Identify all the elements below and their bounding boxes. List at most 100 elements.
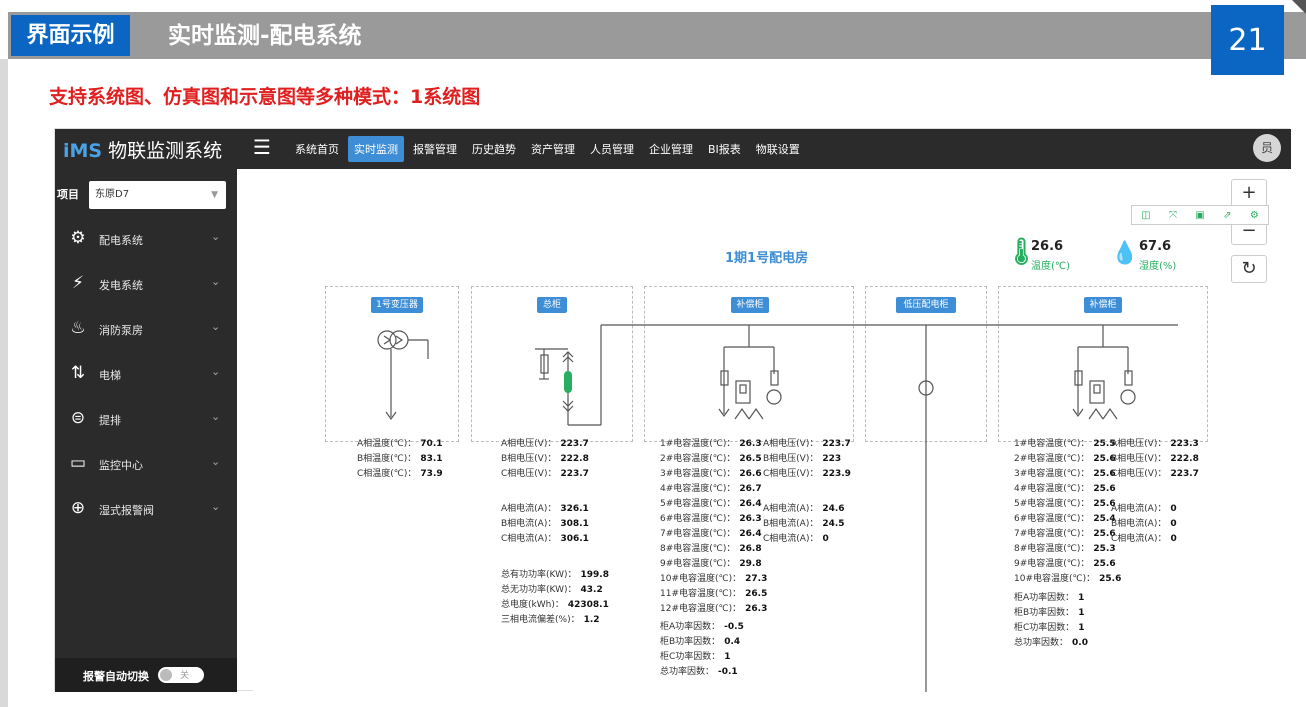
nav-item[interactable]: 人员管理: [584, 136, 640, 162]
alarm-auto-switch: 报警自动切换 关: [55, 658, 237, 692]
pump-icon: ⊜: [70, 408, 86, 428]
left-strip: [0, 59, 8, 707]
nav-item[interactable]: 实时监测: [348, 136, 404, 162]
reading-comp1-i: B相电流(A)： 24.5: [763, 519, 845, 529]
reading-comp2-temp: 7#电容温度(℃)： 25.6: [1014, 529, 1116, 539]
sidebar-item[interactable]: ⚙ 配电系统 ⌄: [55, 217, 237, 261]
top-navbar: iMS 物联监测系统 ☰ 系统首页 实时监测 报警管理 历史趋势 资产管理 人员管理 企业管理…: [55, 129, 1291, 169]
reading-comp1-temp: 10#电容温度(℃)： 27.3: [660, 574, 768, 584]
chevron-down-icon: ⌄: [211, 275, 221, 288]
reading-comp1-i: A相电流(A)： 24.6: [763, 504, 845, 514]
nav-item[interactable]: 系统首页: [289, 136, 345, 162]
single-line-diagram: [377, 324, 1178, 692]
reading-comp2-i: B相电流(A)： 0: [1111, 519, 1177, 529]
reading-transformer: A相温度(℃)： 70.1: [357, 439, 443, 449]
nav-item[interactable]: BI报表: [702, 136, 747, 162]
sidebar-item[interactable]: ♨ 消防泵房 ⌄: [55, 307, 237, 351]
sidebar-item[interactable]: ⇅ 电梯 ⌄: [55, 352, 237, 396]
project-selector: 项目 东原D7 ▼: [55, 169, 237, 217]
robot-icon: ⚙: [70, 228, 86, 248]
reading-comp1-temp: 4#电容温度(℃)： 26.7: [660, 484, 762, 494]
app-window: iMS 物联监测系统 ☰ 系统首页 实时监测 报警管理 历史趋势 资产管理 人员管理 企业管理…: [54, 128, 1291, 692]
reading-comp1-pf: 柜B功率因数： 0.4: [660, 637, 741, 647]
reading-comp2-temp: 10#电容温度(℃)： 25.6: [1014, 574, 1122, 584]
reading-main-v: A相电压(V)： 223.7: [501, 439, 589, 449]
nav-item[interactable]: 资产管理: [525, 136, 581, 162]
reading-comp1-temp: 7#电容温度(℃)： 26.4: [660, 529, 762, 539]
reading-comp2-temp: 9#电容温度(℃)： 25.6: [1014, 559, 1116, 569]
reading-comp1-temp: 5#电容温度(℃)： 26.4: [660, 499, 762, 509]
chevron-down-icon: ⌄: [211, 455, 221, 468]
reading-main-i: B相电流(A)： 308.1: [501, 519, 589, 529]
sidebar-item[interactable]: ⚡ 发电系统 ⌄: [55, 262, 237, 306]
reading-main-i: C相电流(A)： 306.1: [501, 534, 589, 544]
sidebar-item[interactable]: ⊜ 提排 ⌄: [55, 397, 237, 441]
chevron-down-icon: ⌄: [211, 365, 221, 378]
alarm-toggle[interactable]: 关: [158, 667, 204, 683]
chevron-down-icon: ⌄: [211, 410, 221, 423]
slide-title: 实时监测-配电系统: [168, 23, 362, 49]
reading-comp2-temp: 4#电容温度(℃)： 25.6: [1014, 484, 1116, 494]
reading-main-p: 总有功功率(KW)： 199.8: [501, 570, 609, 580]
reading-comp2-pf: 总功率因数： 0.0: [1014, 638, 1088, 648]
reading-main-p: 总无功功率(KW)： 43.2: [501, 585, 603, 595]
reading-comp2-temp: 6#电容温度(℃)： 25.4: [1014, 514, 1116, 524]
reading-comp2-temp: 8#电容温度(℃)： 25.3: [1014, 544, 1116, 554]
reading-transformer: C相温度(℃)： 73.9: [357, 469, 443, 479]
reading-comp1-i: C相电流(A)： 0: [763, 534, 829, 544]
avatar[interactable]: 员: [1253, 134, 1281, 162]
reading-comp2-temp: 3#电容温度(℃)： 25.6: [1014, 469, 1116, 479]
page-number: 21: [1211, 5, 1284, 75]
chevron-down-icon: ⌄: [211, 230, 221, 243]
reading-comp1-temp: 9#电容温度(℃)： 29.8: [660, 559, 762, 569]
nav-item[interactable]: 物联设置: [750, 136, 806, 162]
reading-comp1-pf: 总功率因数： -0.1: [660, 667, 738, 677]
reading-comp2-i: A相电流(A)： 0: [1111, 504, 1177, 514]
reading-comp2-i: C相电流(A)： 0: [1111, 534, 1177, 544]
diagram-area: + − ↻ ◫ ⤧ ▣ ⇗ ⚙ 1期1号配电房 🌡 26.6 温度(℃) 💧 6…: [253, 169, 1291, 692]
hydrant-icon: ♨: [70, 318, 86, 338]
monitor-icon: ▭: [69, 453, 87, 473]
menu-toggle-icon[interactable]: ☰: [253, 135, 271, 159]
reading-comp1-temp: 11#电容温度(℃)： 26.5: [660, 589, 768, 599]
reading-comp2-pf: 柜A功率因数： 1: [1014, 593, 1085, 603]
reading-main-v: C相电压(V)： 223.7: [501, 469, 589, 479]
reading-comp1-temp: 2#电容温度(℃)： 26.5: [660, 454, 762, 464]
reading-comp2-v: B相电压(V)： 222.8: [1111, 454, 1199, 464]
project-select[interactable]: 东原D7 ▼: [89, 181, 226, 209]
reading-comp1-pf: 柜C功率因数： 1: [660, 652, 731, 662]
reading-main-p: 总电度(kWh)： 42308.1: [501, 600, 609, 610]
app-logo[interactable]: iMS 物联监测系统: [63, 136, 222, 163]
nav-item[interactable]: 企业管理: [643, 136, 699, 162]
main-nav: 系统首页 实时监测 报警管理 历史趋势 资产管理 人员管理 企业管理 BI报表 物联设置: [289, 136, 806, 162]
valve-icon: ⊕: [70, 498, 86, 518]
reading-comp2-temp: 2#电容温度(℃)： 25.6: [1014, 454, 1116, 464]
reading-comp2-v: A相电压(V)： 223.3: [1111, 439, 1199, 449]
reading-comp1-temp: 1#电容温度(℃)： 26.3: [660, 439, 762, 449]
chevron-down-icon: ⌄: [211, 320, 221, 333]
reading-comp1-v: B相电压(V)： 223: [763, 454, 842, 464]
elevator-icon: ⇅: [70, 363, 86, 383]
reading-comp2-pf: 柜B功率因数： 1: [1014, 608, 1085, 618]
reading-comp1-temp: 3#电容温度(℃)： 26.6: [660, 469, 762, 479]
corner-decoration: [1292, 0, 1306, 14]
reading-main-i: A相电流(A)： 326.1: [501, 504, 589, 514]
slide-badge: 界面示例: [11, 15, 130, 56]
reading-comp1-temp: 8#电容温度(℃)： 26.8: [660, 544, 762, 554]
reading-comp1-temp: 6#电容温度(℃)： 26.3: [660, 514, 762, 524]
reading-comp2-pf: 柜C功率因数： 1: [1014, 623, 1085, 633]
reading-comp1-v: C相电压(V)： 223.9: [763, 469, 851, 479]
reading-comp1-v: A相电压(V)： 223.7: [763, 439, 851, 449]
reading-main-v: B相电压(V)： 222.8: [501, 454, 589, 464]
sidebar-item[interactable]: ⊕ 湿式报警阀 ⌄: [55, 487, 237, 531]
sidebar-item[interactable]: ▭ 监控中心 ⌄: [55, 442, 237, 486]
nav-item[interactable]: 报警管理: [407, 136, 463, 162]
reading-comp1-temp: 12#电容温度(℃)： 26.3: [660, 604, 768, 614]
nav-item[interactable]: 历史趋势: [466, 136, 522, 162]
chevron-down-icon: ▼: [211, 190, 218, 200]
project-label: 项目: [57, 188, 79, 201]
reading-comp2-temp: 5#电容温度(℃)： 25.6: [1014, 499, 1116, 509]
reading-comp2-temp: 1#电容温度(℃)： 25.5: [1014, 439, 1116, 449]
reading-transformer: B相温度(℃)： 83.1: [357, 454, 443, 464]
reading-comp2-v: C相电压(V)： 223.7: [1111, 469, 1199, 479]
